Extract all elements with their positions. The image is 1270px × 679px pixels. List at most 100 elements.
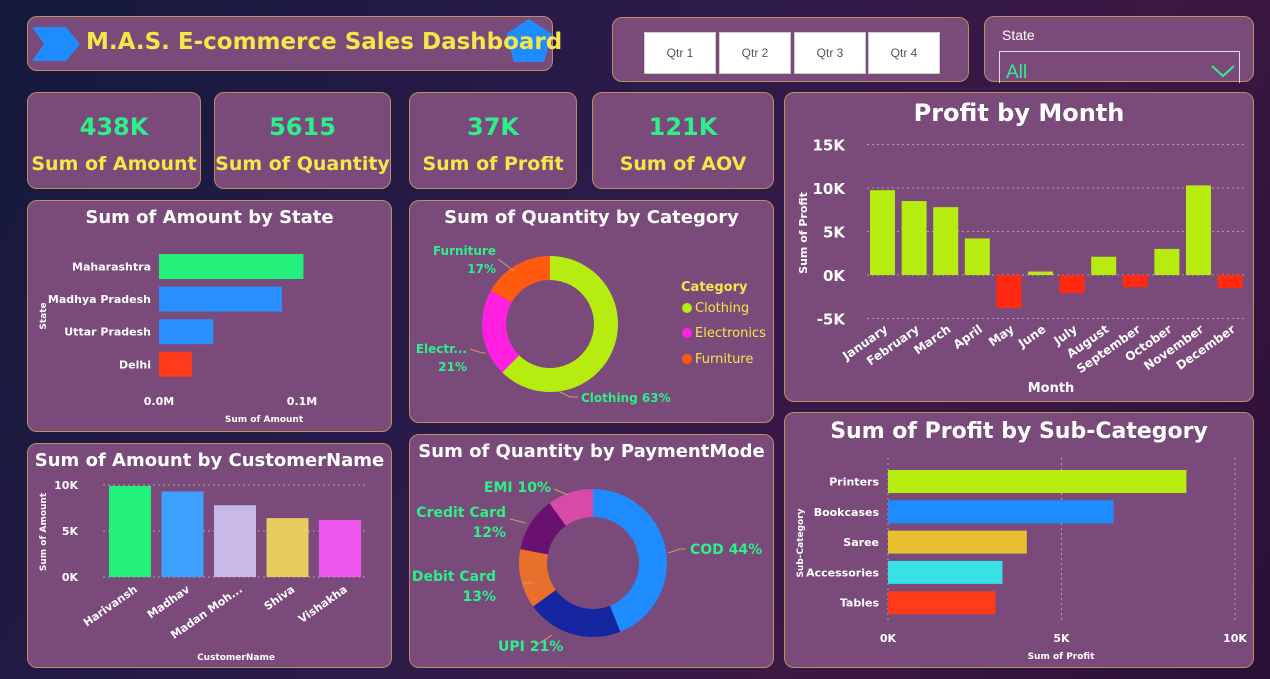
bar — [888, 530, 1027, 554]
bar — [888, 560, 1003, 584]
state-filter: State All — [984, 16, 1254, 83]
bar — [888, 500, 1114, 524]
quarter-button-q2[interactable]: Qtr 2 — [719, 32, 791, 74]
bar — [159, 319, 214, 345]
chart-card-month: Profit by Month -5K 0K 5K 10K 15K January Febr… — [784, 92, 1254, 402]
quarter-button-q3[interactable]: Qtr 3 — [794, 32, 866, 74]
category-label: Saree — [843, 536, 879, 549]
kpi-label: Sum of AOV — [619, 153, 747, 175]
subcategory-bar-chart: 0K 5K 10K Printers Bookcases Saree Accessories… — [796, 458, 1247, 662]
tick-label: 5K — [823, 224, 846, 242]
leader-line — [557, 390, 578, 398]
axis-label: Month — [1028, 381, 1075, 396]
slice-label: Electr... — [416, 342, 467, 356]
quarter-button-q4[interactable]: Qtr 4 — [868, 32, 940, 74]
quarter-button-q1[interactable]: Qtr 1 — [644, 32, 716, 74]
bar — [1122, 275, 1148, 288]
category-label: March — [911, 322, 953, 357]
category-label: Maharashtra — [72, 261, 151, 274]
bar — [888, 470, 1187, 493]
chart-card-customer: Sum of Amount by CustomerName 0K 5K 10K Har… — [27, 443, 392, 668]
bar — [1028, 271, 1053, 275]
tick-label: -5K — [817, 311, 847, 329]
bar — [161, 491, 204, 577]
tick-label: 10K — [54, 479, 78, 492]
quarter-slicer: Qtr 1 Qtr 2 Qtr 3 Qtr 4 — [612, 17, 969, 82]
kpi-value: 5615 — [269, 113, 336, 141]
legend-item-electronics: Electronics — [682, 326, 766, 341]
chevron-arrow-icon — [32, 27, 80, 61]
slice-label: 12% — [472, 525, 506, 541]
kpi-label: Sum of Quantity — [215, 153, 390, 175]
legend-label: Electronics — [695, 326, 766, 341]
bar — [1217, 275, 1243, 289]
slice-label: Clothing 63% — [581, 391, 671, 405]
payment-donut-chart: COD 44% UPI 21% Debit Card 13% Credit Card 12… — [412, 480, 762, 655]
category-label: Madhya Pradesh — [48, 293, 151, 306]
bar — [901, 201, 927, 275]
state-filter-label: State — [1002, 27, 1035, 43]
bar — [888, 591, 996, 615]
bar — [933, 207, 959, 275]
axis-label: Sub-Category — [796, 508, 806, 577]
donut-slice — [533, 590, 621, 637]
tick-label: 10K — [1223, 632, 1247, 645]
bar — [159, 286, 282, 312]
kpi-card-amount: 438K Sum of Amount — [27, 92, 201, 189]
category-label: Shiva — [262, 583, 297, 613]
tick-label: 0.0M — [144, 395, 174, 408]
kpi-card-aov: 121K Sum of AOV — [592, 92, 774, 189]
axis-label: Sum of Profit — [1028, 652, 1096, 662]
tick-label: 0K — [880, 632, 897, 645]
bar — [996, 275, 1022, 309]
tick-label: 15K — [813, 137, 847, 155]
category-label: Tables — [840, 597, 880, 610]
category-label: Harivansh — [81, 583, 140, 630]
slice-label: Furniture — [433, 244, 496, 258]
category-label: Vishakha — [296, 583, 350, 626]
tick-label: 10K — [813, 180, 847, 198]
bar — [964, 238, 990, 275]
legend-label: Furniture — [695, 352, 754, 367]
bar — [266, 518, 309, 577]
leader-line — [553, 488, 569, 496]
state-dropdown[interactable]: All — [999, 51, 1240, 83]
tick-label: 5K — [62, 525, 79, 538]
bar — [1091, 256, 1117, 275]
bar — [159, 254, 304, 279]
legend-dot — [682, 303, 692, 313]
bar — [159, 351, 192, 377]
tick-label: 0.1M — [287, 395, 317, 408]
chart-card-category: Sum of Quantity by Category Clothing 63%… — [409, 200, 774, 423]
bar — [870, 190, 895, 275]
legend-label: Clothing — [695, 301, 750, 316]
legend-dot — [682, 328, 692, 338]
slice-label: Credit Card — [416, 505, 506, 521]
chart-card-state: Sum of Amount by State Maharashtra Madhya… — [27, 200, 392, 432]
slice-label: Debit Card — [412, 569, 496, 585]
slice-label: 21% — [438, 360, 467, 374]
legend-item-furniture: Furniture — [682, 352, 753, 367]
category-label: Uttar Pradesh — [64, 326, 151, 339]
axis-label: Sum of Amount — [39, 492, 49, 571]
slice-label: UPI 21% — [498, 639, 563, 655]
bar — [319, 519, 361, 577]
dashboard-title: M.A.S. E-commerce Sales Dashboard — [86, 29, 563, 55]
tick-label: 0K — [62, 571, 79, 584]
kpi-card-quantity: 5615 Sum of Quantity — [214, 92, 391, 189]
axis-label: CustomerName — [197, 653, 275, 663]
chart-card-payment: Sum of Quantity by PaymentMode COD 44% UP… — [409, 434, 774, 668]
category-label: Bookcases — [814, 506, 880, 519]
kpi-value: 121K — [648, 113, 718, 141]
bar — [214, 505, 256, 577]
legend-title: Category — [681, 280, 748, 295]
axis-label: Sum of Amount — [225, 415, 304, 425]
donut-slice — [482, 290, 520, 373]
category-label: Printers — [829, 476, 879, 489]
category-label: Delhi — [119, 358, 151, 371]
state-bar-chart: Maharashtra Madhya Pradesh Uttar Pradesh De… — [39, 254, 317, 425]
axis-label: State — [39, 302, 49, 329]
kpi-label: Sum of Amount — [31, 153, 197, 175]
category-label: June — [1015, 322, 1048, 351]
slice-label: COD 44% — [690, 542, 762, 558]
